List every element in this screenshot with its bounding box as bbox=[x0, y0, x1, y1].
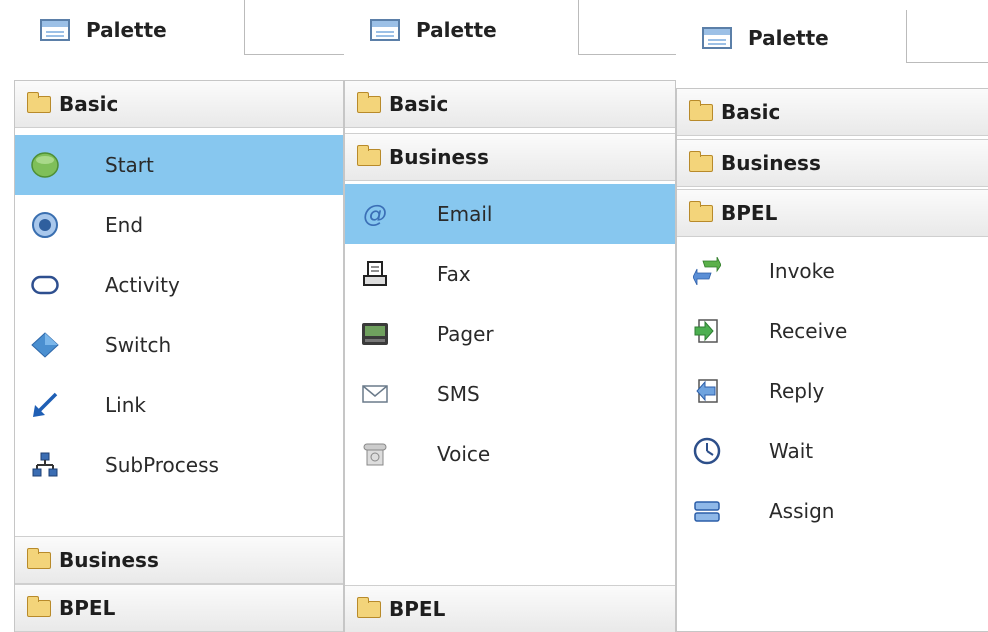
palette-tab-label: Palette bbox=[748, 26, 829, 50]
item-label: Fax bbox=[437, 262, 471, 286]
palette-item-reply[interactable]: Reply bbox=[677, 361, 988, 421]
palette-tab[interactable]: Palette bbox=[702, 12, 829, 64]
item-label: Assign bbox=[769, 499, 835, 523]
palette-item-subprocess[interactable]: SubProcess bbox=[15, 435, 343, 495]
item-label: SMS bbox=[437, 382, 480, 406]
invoke-icon bbox=[693, 257, 721, 285]
item-label: Email bbox=[437, 202, 493, 226]
folder-icon bbox=[689, 150, 713, 172]
switch-icon bbox=[31, 331, 59, 359]
item-label: Invoke bbox=[769, 259, 835, 283]
palette-box: Basic Business @ Email Fax Pager SMS Voi… bbox=[344, 80, 676, 632]
end-icon bbox=[31, 211, 59, 239]
item-label: Activity bbox=[105, 273, 180, 297]
palette-item-end[interactable]: End bbox=[15, 195, 343, 255]
section-label: BPEL bbox=[389, 597, 446, 621]
subprocess-icon bbox=[31, 451, 59, 479]
item-label: Reply bbox=[769, 379, 825, 403]
palette-panel-business-expanded: Palette Basic Business @ Email Fax Pager… bbox=[344, 0, 676, 632]
section-header-basic[interactable]: Basic bbox=[15, 81, 343, 128]
palette-tab[interactable]: Palette bbox=[370, 4, 497, 56]
item-label: Link bbox=[105, 393, 146, 417]
receive-icon bbox=[693, 317, 721, 345]
assign-icon bbox=[693, 497, 721, 525]
section-label: Basic bbox=[59, 92, 119, 116]
palette-item-invoke[interactable]: Invoke bbox=[677, 241, 988, 301]
section-header-business[interactable]: Business bbox=[345, 133, 675, 181]
section-label: BPEL bbox=[721, 201, 778, 225]
item-label: Pager bbox=[437, 322, 494, 346]
folder-icon bbox=[27, 91, 51, 113]
wait-icon bbox=[693, 437, 721, 465]
link-icon bbox=[31, 391, 59, 419]
section-label: Business bbox=[389, 145, 489, 169]
palette-box: Basic Business BPEL Invoke Receive Reply… bbox=[676, 88, 988, 632]
pager-icon bbox=[361, 320, 389, 348]
section-label: Basic bbox=[721, 100, 781, 124]
section-label: Business bbox=[721, 151, 821, 175]
folder-icon bbox=[689, 99, 713, 121]
section-label: Basic bbox=[389, 92, 449, 116]
palette-item-switch[interactable]: Switch bbox=[15, 315, 343, 375]
folder-icon bbox=[357, 91, 381, 113]
palette-box: Basic Start End Activity Switch Link Sub… bbox=[14, 80, 344, 632]
palette-item-activity[interactable]: Activity bbox=[15, 255, 343, 315]
tab-strip-border bbox=[244, 0, 344, 55]
item-label: Wait bbox=[769, 439, 814, 463]
sms-icon bbox=[361, 380, 389, 408]
palette-item-pager[interactable]: Pager bbox=[345, 304, 675, 364]
palette-item-wait[interactable]: Wait bbox=[677, 421, 988, 481]
reply-icon bbox=[693, 377, 721, 405]
section-label: BPEL bbox=[59, 596, 116, 620]
palette-tab-label: Palette bbox=[416, 18, 497, 42]
palette-panel-basic-expanded: Palette Basic Start End Activity Switch … bbox=[0, 0, 344, 632]
section-header-business[interactable]: Business bbox=[677, 139, 988, 187]
palette-item-voice[interactable]: Voice bbox=[345, 424, 675, 484]
item-label: Voice bbox=[437, 442, 491, 466]
tab-strip-border bbox=[906, 10, 988, 63]
item-label: SubProcess bbox=[105, 453, 219, 477]
folder-icon bbox=[357, 144, 381, 166]
section-header-bpel[interactable]: BPEL bbox=[15, 584, 343, 632]
palette-item-receive[interactable]: Receive bbox=[677, 301, 988, 361]
section-header-bpel[interactable]: BPEL bbox=[677, 189, 988, 237]
section-header-basic[interactable]: Basic bbox=[677, 89, 988, 136]
palette-item-sms[interactable]: SMS bbox=[345, 364, 675, 424]
email-icon: @ bbox=[361, 200, 389, 228]
folder-icon bbox=[689, 200, 713, 222]
palette-tab[interactable]: Palette bbox=[40, 4, 167, 56]
item-label: End bbox=[105, 213, 144, 237]
activity-icon bbox=[31, 271, 59, 299]
section-header-basic[interactable]: Basic bbox=[345, 81, 675, 128]
section-header-bpel[interactable]: BPEL bbox=[345, 585, 675, 632]
palette-item-fax[interactable]: Fax bbox=[345, 244, 675, 304]
palette-item-start[interactable]: Start bbox=[15, 135, 343, 195]
folder-icon bbox=[357, 596, 381, 618]
tab-strip-border bbox=[578, 0, 676, 55]
start-icon bbox=[31, 151, 59, 179]
palette-icon bbox=[40, 19, 70, 41]
palette-panel-bpel-expanded: Palette Basic Business BPEL Invoke Recei… bbox=[676, 0, 988, 632]
item-label: Switch bbox=[105, 333, 172, 357]
palette-tab-label: Palette bbox=[86, 18, 167, 42]
section-header-business[interactable]: Business bbox=[15, 536, 343, 584]
palette-icon bbox=[370, 19, 400, 41]
palette-item-link[interactable]: Link bbox=[15, 375, 343, 435]
palette-item-assign[interactable]: Assign bbox=[677, 481, 988, 541]
folder-icon bbox=[27, 547, 51, 569]
svg-text:@: @ bbox=[363, 200, 387, 228]
item-label: Receive bbox=[769, 319, 848, 343]
palette-icon bbox=[702, 27, 732, 49]
voice-icon bbox=[361, 440, 389, 468]
fax-icon bbox=[361, 260, 389, 288]
item-label: Start bbox=[105, 153, 154, 177]
section-label: Business bbox=[59, 548, 159, 572]
palette-item-email[interactable]: @ Email bbox=[345, 184, 675, 244]
folder-icon bbox=[27, 595, 51, 617]
